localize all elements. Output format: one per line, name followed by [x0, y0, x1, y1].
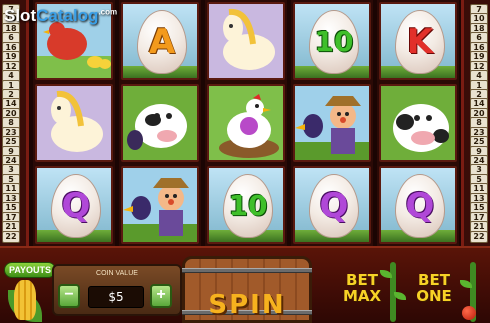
- coin-value-display: $5: [88, 286, 144, 308]
- symbol-egg-10: 10: [293, 2, 371, 80]
- symbol-egg-10: 10: [207, 166, 285, 244]
- payline-markers-left: 7 10 18 6 16 19 12 4 1 2 14 20 8 23 25 9 24 3 5 11 13 15 17 21 2…: [0, 4, 22, 244]
- reel-4: 10 Q: [291, 0, 373, 246]
- payouts-button[interactable]: PAYOUTS: [4, 262, 56, 278]
- logo-text-slot: Slot: [4, 6, 37, 25]
- reel-2: A: [119, 0, 201, 246]
- symbol-horse-icon: [35, 84, 113, 162]
- symbol-cow-and-crow-icon: [121, 84, 199, 162]
- symbol-egg-a: A: [121, 2, 199, 80]
- corn-icon: [14, 280, 36, 320]
- barrel-band-top: [182, 268, 312, 273]
- tomato-icon: [462, 306, 476, 320]
- symbol-label: Q: [61, 186, 91, 226]
- symbol-cow-icon: [379, 84, 457, 162]
- bet-one-line2: ONE: [416, 287, 452, 305]
- slotcatalog-logo: SlotCatalog.com: [4, 6, 117, 26]
- spin-label: SPIN: [208, 290, 286, 320]
- bet-max-button[interactable]: BET MAX: [334, 272, 390, 316]
- symbol-egg-q: Q: [35, 166, 113, 244]
- payline-markers-right: 7 10 18 6 16 19 12 4 1 2 14 20 8 23 25 9 24 3 5 11 13 15 17 21 2…: [468, 4, 490, 244]
- bet-max-line2: MAX: [342, 287, 382, 305]
- logo-suffix: .com: [98, 7, 118, 17]
- reel-area: Q A 10 10 Q K Q: [26, 0, 464, 246]
- payline-marker[interactable]: 22: [2, 230, 20, 243]
- symbol-egg-q: Q: [293, 166, 371, 244]
- symbol-scarecrow-and-crow-icon: [293, 84, 371, 162]
- reel-3: 10: [205, 0, 287, 246]
- symbol-scarecrow-and-crow-icon: [121, 166, 199, 244]
- bet-one-button[interactable]: BET ONE: [406, 272, 462, 316]
- symbol-label: A: [148, 22, 176, 62]
- symbol-horse-icon: [207, 2, 285, 80]
- symbol-egg-q: Q: [379, 166, 457, 244]
- symbol-hen-on-nest-icon: [207, 84, 285, 162]
- coin-increase-button[interactable]: +: [150, 284, 172, 308]
- payline-marker[interactable]: 22: [470, 230, 488, 243]
- reel-1: Q: [33, 0, 115, 246]
- symbol-label: Q: [319, 186, 349, 226]
- symbol-label: 10: [228, 189, 268, 222]
- coin-value-label: COIN VALUE: [96, 270, 138, 277]
- symbol-egg-k: K: [379, 2, 457, 80]
- symbol-label: K: [406, 22, 434, 62]
- symbol-label: 10: [314, 25, 354, 58]
- coin-decrease-button[interactable]: −: [58, 284, 80, 308]
- logo-text-catalog: Catalog: [36, 6, 99, 25]
- bet-one-line1: BET: [418, 271, 450, 289]
- symbol-label: Q: [405, 186, 435, 226]
- reel-5: KQ: [377, 0, 459, 246]
